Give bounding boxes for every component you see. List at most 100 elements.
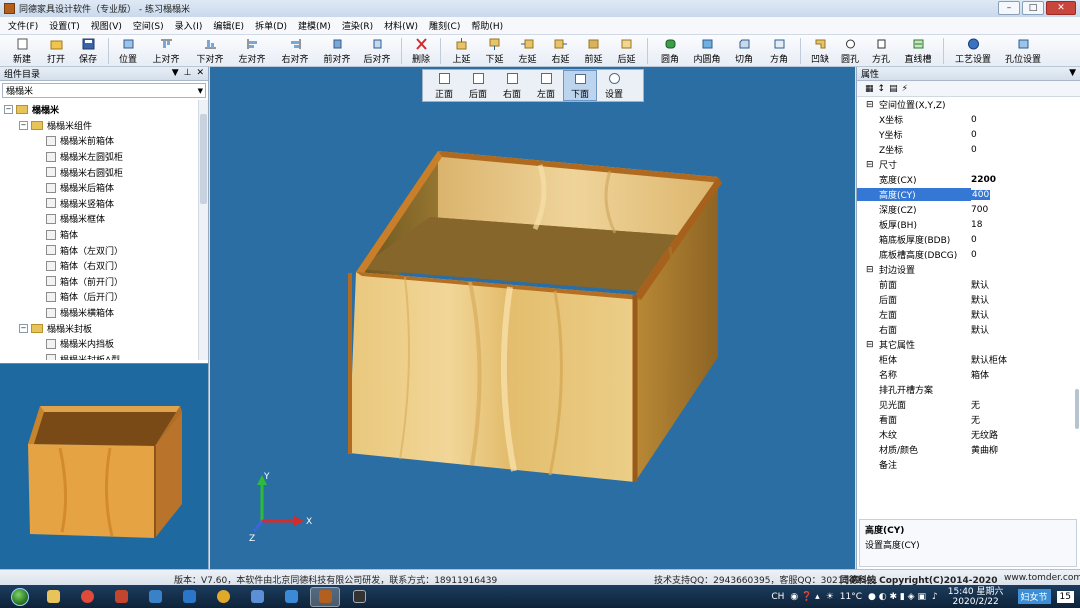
round-hole-button[interactable]: 圆孔 bbox=[835, 35, 865, 66]
property-row[interactable]: X坐标 0 bbox=[857, 112, 1080, 127]
menu-help[interactable]: 帮助(H) bbox=[471, 19, 503, 32]
festival-badge[interactable]: 妇女节 bbox=[1017, 589, 1051, 604]
taskbar-app-8[interactable] bbox=[276, 587, 306, 607]
align-left-button[interactable]: 左对齐 bbox=[231, 35, 273, 66]
taskbar-app-10[interactable] bbox=[344, 587, 374, 607]
line-groove-button[interactable]: 直线槽 bbox=[897, 35, 939, 66]
weather-temp[interactable]: 11°C bbox=[840, 592, 862, 602]
tree-node[interactable]: 榻榻米内挡板 bbox=[0, 336, 208, 352]
property-row[interactable]: 木纹 无纹路 bbox=[857, 427, 1080, 442]
align-bottom-button[interactable]: 下对齐 bbox=[189, 35, 231, 66]
property-row[interactable]: 看面 无 bbox=[857, 412, 1080, 427]
property-value-input[interactable]: 400 bbox=[971, 189, 991, 200]
inner-round-corner-button[interactable]: 内圆角 bbox=[688, 35, 726, 66]
menu-file[interactable]: 文件(F) bbox=[8, 19, 38, 32]
tree-node[interactable]: 榻榻米后箱体 bbox=[0, 180, 208, 196]
dropdown-icon[interactable]: ▼ bbox=[1069, 68, 1076, 78]
menu-render[interactable]: 渲染(R) bbox=[342, 19, 373, 32]
delete-button[interactable]: 删除 bbox=[406, 35, 436, 66]
round-corner-button[interactable]: 圆角 bbox=[652, 35, 688, 66]
restore-button[interactable]: □ bbox=[1022, 1, 1044, 15]
taskbar-furniture-app[interactable] bbox=[310, 586, 340, 607]
scroll-thumb[interactable] bbox=[200, 114, 207, 204]
tree-node[interactable]: 榻榻米框体 bbox=[0, 211, 208, 227]
taskbar-app-4[interactable] bbox=[140, 587, 170, 607]
property-value[interactable]: 黄曲柳 bbox=[971, 443, 1080, 456]
property-row[interactable]: Y坐标 0 bbox=[857, 127, 1080, 142]
property-row[interactable]: 备注 bbox=[857, 457, 1080, 472]
align-back-button[interactable]: 后对齐 bbox=[357, 35, 397, 66]
pin-icon[interactable]: ⊥ bbox=[184, 68, 192, 78]
tree-node[interactable]: 箱体（右双门） bbox=[0, 258, 208, 274]
property-category[interactable]: ⊟ 空间位置(X,Y,Z) bbox=[857, 97, 1080, 112]
tree-node[interactable]: 榻榻米封板A型 bbox=[0, 352, 208, 360]
menu-settings[interactable]: 设置(T) bbox=[49, 19, 80, 32]
property-row[interactable]: Z坐标 0 bbox=[857, 142, 1080, 157]
tree-node[interactable]: 箱体（前开门） bbox=[0, 274, 208, 290]
square-hole-button[interactable]: 方孔 bbox=[865, 35, 897, 66]
collapse-icon[interactable]: − bbox=[19, 323, 28, 333]
property-value[interactable]: 默认 bbox=[971, 293, 1080, 306]
properties-scrollbar[interactable] bbox=[1075, 389, 1079, 429]
sort-az-icon[interactable]: ↕ bbox=[878, 84, 886, 94]
menu-view[interactable]: 视图(V) bbox=[91, 19, 122, 32]
collapse-icon[interactable]: ⊟ bbox=[866, 265, 875, 275]
property-row[interactable]: 宽度(CX) 2200 bbox=[857, 172, 1080, 187]
extend-up-button[interactable]: 上延 bbox=[445, 35, 478, 66]
property-row[interactable]: 左面 默认 bbox=[857, 307, 1080, 322]
menu-space[interactable]: 空间(S) bbox=[133, 19, 164, 32]
chamfer-button[interactable]: 切角 bbox=[726, 35, 762, 66]
taskbar-app-6[interactable] bbox=[208, 587, 238, 607]
catalog-select[interactable]: 榻榻米 ▼ bbox=[2, 83, 206, 98]
property-value[interactable]: 0 bbox=[971, 115, 1080, 125]
collapse-icon[interactable]: − bbox=[19, 120, 28, 130]
start-button[interactable] bbox=[6, 586, 34, 608]
menu-carve[interactable]: 雕刻(C) bbox=[429, 19, 460, 32]
collapse-icon[interactable]: ⊟ bbox=[866, 100, 875, 110]
property-row[interactable]: 名称 箱体 bbox=[857, 367, 1080, 382]
process-settings-button[interactable]: 工艺设置 bbox=[948, 35, 998, 66]
extend-left-button[interactable]: 左延 bbox=[511, 35, 544, 66]
menu-material[interactable]: 材料(W) bbox=[384, 19, 418, 32]
tree-scrollbar[interactable] bbox=[198, 100, 208, 360]
property-value[interactable]: 700 bbox=[971, 205, 1080, 215]
property-row[interactable]: 板厚(BH) 18 bbox=[857, 217, 1080, 232]
tree-node[interactable]: 榻榻米横箱体 bbox=[0, 305, 208, 321]
property-row[interactable]: 深度(CZ) 700 bbox=[857, 202, 1080, 217]
events-icon[interactable]: ⚡ bbox=[902, 84, 908, 94]
property-row[interactable]: 柜体 默认柜体 bbox=[857, 352, 1080, 367]
property-value[interactable]: 箱体 bbox=[971, 368, 1080, 381]
align-front-button[interactable]: 前对齐 bbox=[317, 35, 357, 66]
position-button[interactable]: 位置 bbox=[113, 35, 143, 66]
minimize-button[interactable]: – bbox=[998, 1, 1020, 15]
taskbar-explorer[interactable] bbox=[38, 587, 68, 607]
close-icon[interactable]: ✕ bbox=[196, 68, 204, 78]
property-category[interactable]: ⊟ 尺寸 bbox=[857, 157, 1080, 172]
tree-node[interactable]: 榻榻米右圆弧柜 bbox=[0, 164, 208, 180]
taskbar-app-7[interactable] bbox=[242, 587, 272, 607]
property-value[interactable]: 0 bbox=[971, 145, 1080, 155]
property-row[interactable]: 材质/颜色 黄曲柳 bbox=[857, 442, 1080, 457]
property-value[interactable]: 18 bbox=[971, 220, 1080, 230]
tree-node[interactable]: 箱体 bbox=[0, 227, 208, 243]
property-category[interactable]: ⊟ 其它属性 bbox=[857, 337, 1080, 352]
notch-button[interactable]: 凹缺 bbox=[805, 35, 835, 66]
collapse-icon[interactable]: ⊟ bbox=[866, 160, 875, 170]
property-value[interactable]: 默认 bbox=[971, 278, 1080, 291]
property-row[interactable]: 见光面 无 bbox=[857, 397, 1080, 412]
language-indicator[interactable]: CH bbox=[771, 592, 784, 602]
property-row[interactable]: 后面 默认 bbox=[857, 292, 1080, 307]
extend-back-button[interactable]: 后延 bbox=[610, 35, 643, 66]
align-top-button[interactable]: 上对齐 bbox=[143, 35, 189, 66]
property-value[interactable]: 默认柜体 bbox=[971, 353, 1080, 366]
property-row[interactable]: 箱底板厚度(BDB) 0 bbox=[857, 232, 1080, 247]
tree-node[interactable]: 榻榻米左圆弧柜 bbox=[0, 149, 208, 165]
dropdown-icon[interactable]: ▼ bbox=[172, 68, 179, 78]
property-row[interactable]: 前面 默认 bbox=[857, 277, 1080, 292]
property-pages-icon[interactable]: ▤ bbox=[889, 84, 898, 94]
property-row[interactable]: 右面 默认 bbox=[857, 322, 1080, 337]
hole-position-settings-button[interactable]: 孔位设置 bbox=[998, 35, 1048, 66]
property-value[interactable]: 0 bbox=[971, 250, 1080, 260]
tree-node[interactable]: − 榻榻米 bbox=[0, 102, 208, 118]
tree-node[interactable]: 榻榻米竖箱体 bbox=[0, 196, 208, 212]
